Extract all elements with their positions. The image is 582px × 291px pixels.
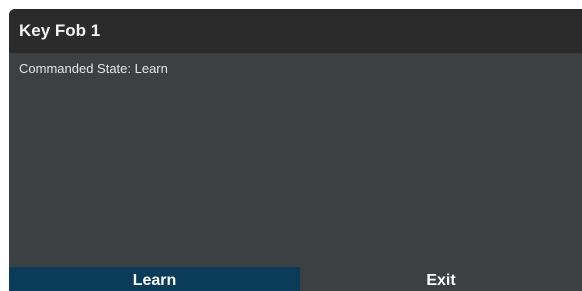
learn-button-label: Learn: [132, 272, 177, 289]
dialog-title-bar: Key Fob 1: [9, 9, 582, 53]
exit-button-label: Exit: [426, 272, 456, 289]
dialog-title: Key Fob 1: [19, 21, 101, 40]
key-fob-dialog: Key Fob 1 Commanded State: Learn Learn E…: [9, 9, 582, 291]
exit-button[interactable]: Exit: [300, 267, 582, 291]
dialog-body: Commanded State: Learn: [9, 53, 582, 267]
learn-button[interactable]: Learn: [9, 267, 300, 291]
dialog-footer: Learn Exit: [9, 267, 582, 291]
commanded-state-text: Commanded State: Learn: [19, 61, 168, 76]
